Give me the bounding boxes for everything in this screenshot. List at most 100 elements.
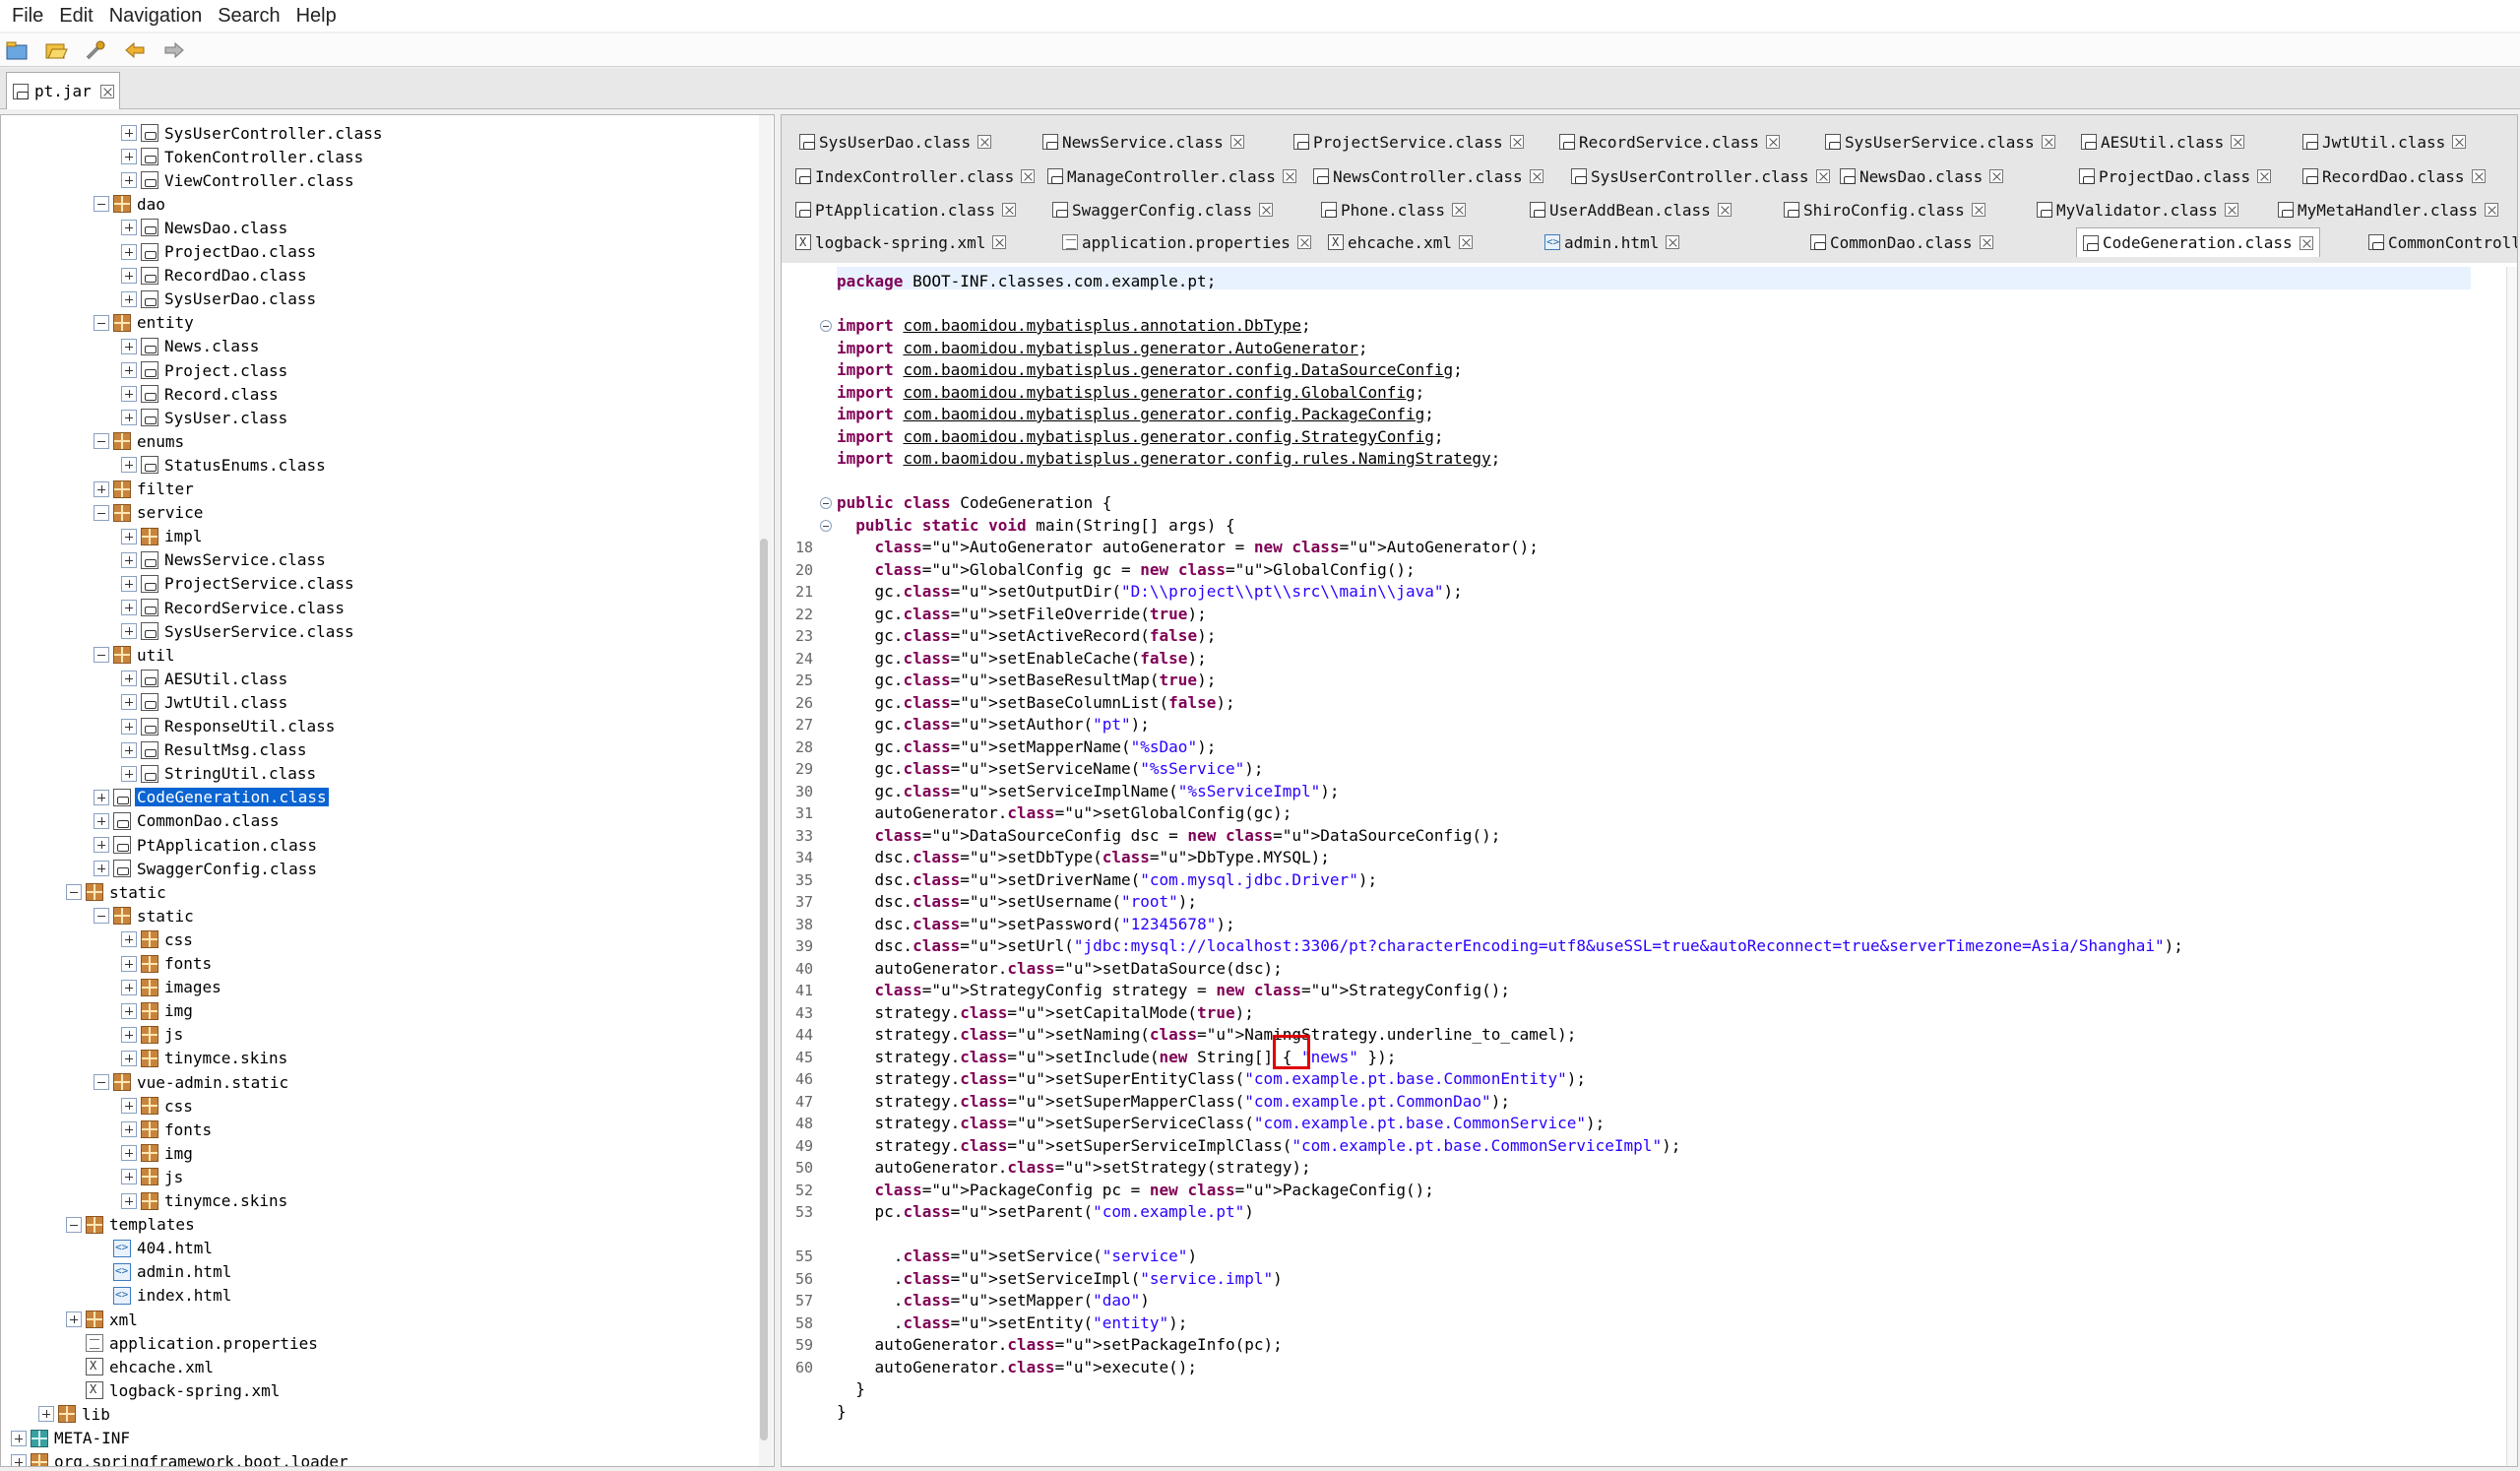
wrench-icon[interactable] (83, 38, 108, 62)
tree-item[interactable]: CodeGeneration.class (94, 786, 329, 809)
expand-icon[interactable] (121, 600, 137, 615)
tree-item[interactable]: TokenController.class (121, 145, 365, 168)
expand-icon[interactable] (94, 837, 109, 853)
tree-item[interactable]: SysUserService.class (121, 619, 356, 643)
close-icon[interactable] (2452, 135, 2467, 149)
collapse-icon[interactable] (66, 1216, 82, 1233)
close-icon[interactable] (992, 235, 1007, 249)
expand-icon[interactable] (121, 955, 137, 972)
back-arrow-icon[interactable] (122, 38, 148, 62)
editor-tab[interactable]: MyMetaHandler.class (2278, 195, 2499, 224)
editor-tab[interactable]: ehcache.xml (1328, 227, 1473, 257)
tree-item[interactable]: fonts (121, 1118, 214, 1141)
close-icon[interactable] (2257, 169, 2272, 183)
tree-item[interactable]: SysUserDao.class (121, 288, 318, 311)
menu-edit[interactable]: Edit (51, 5, 100, 28)
editor-tab[interactable]: admin.html (1544, 227, 1680, 257)
expand-icon[interactable] (121, 220, 137, 236)
open-icon[interactable] (4, 38, 30, 62)
code-area[interactable]: 18 20 21 22 23 24 25 26 27 28 29 30 31 33 34 35 37 38 39 40… (788, 267, 2505, 1466)
expand-icon[interactable] (121, 575, 137, 592)
close-icon[interactable] (1229, 135, 1244, 149)
tree-scrollbar-thumb[interactable] (760, 539, 768, 1440)
tree-item[interactable]: RecordDao.class (121, 264, 309, 288)
tree-item[interactable]: NewsDao.class (121, 216, 289, 239)
expand-icon[interactable] (121, 1098, 137, 1115)
close-icon[interactable] (2471, 169, 2486, 183)
editor-tab[interactable]: NewsDao.class (1840, 161, 2004, 191)
tree-item[interactable]: img (121, 999, 195, 1023)
close-icon[interactable] (2041, 135, 2055, 149)
expand-icon[interactable] (121, 528, 137, 544)
tree-item[interactable]: dao (94, 192, 167, 216)
expand-icon[interactable] (121, 172, 137, 189)
tree-item[interactable]: ResponseUtil.class (121, 715, 337, 738)
editor-tab[interactable]: Phone.class (1321, 195, 1466, 224)
editor-tab[interactable]: MyValidator.class (2037, 195, 2238, 224)
forward-arrow-icon[interactable] (161, 38, 187, 62)
fold-toggle-icon[interactable] (820, 497, 832, 509)
editor-tab[interactable]: IndexController.class (795, 161, 1036, 191)
menu-search[interactable]: Search (210, 5, 287, 28)
tree-item[interactable]: RecordService.class (121, 596, 346, 619)
expand-icon[interactable] (121, 386, 137, 403)
close-icon[interactable] (1458, 235, 1473, 249)
editor-tab[interactable]: ShiroConfig.class (1784, 195, 1985, 224)
tree-item[interactable]: admin.html (94, 1260, 233, 1284)
expand-icon[interactable] (121, 410, 137, 426)
expand-icon[interactable] (121, 1145, 137, 1162)
expand-icon[interactable] (94, 812, 109, 829)
tree-item[interactable]: filter (94, 478, 196, 501)
close-icon[interactable] (1717, 203, 1732, 217)
expand-icon[interactable] (66, 1311, 82, 1327)
collapse-icon[interactable] (94, 196, 109, 213)
tree-item[interactable]: templates (66, 1213, 197, 1237)
close-icon[interactable] (1002, 203, 1017, 217)
editor-tab[interactable]: AESUtil.class (2081, 127, 2245, 157)
code-scrollbar[interactable] (2506, 267, 2517, 1466)
tree-item[interactable]: StringUtil.class (121, 762, 318, 786)
tree-item[interactable]: impl (121, 525, 205, 548)
collapse-icon[interactable] (94, 314, 109, 331)
expand-icon[interactable] (121, 1026, 137, 1043)
tab-pt-jar[interactable]: pt.jar (6, 72, 120, 109)
tree-item[interactable]: logback-spring.xml (66, 1378, 282, 1402)
collapse-icon[interactable] (66, 884, 82, 901)
tree-item[interactable]: News.class (121, 335, 261, 358)
tree-item[interactable]: index.html (94, 1284, 233, 1308)
editor-tab[interactable]: JwtUtil.class (2302, 127, 2467, 157)
expand-icon[interactable] (121, 267, 137, 284)
tree-item[interactable]: AESUtil.class (121, 667, 289, 690)
tree-item[interactable]: Record.class (121, 382, 281, 406)
close-icon[interactable] (1451, 203, 1466, 217)
close-icon[interactable] (99, 84, 114, 98)
tree-item[interactable]: CommonDao.class (94, 809, 282, 833)
editor-tab[interactable]: CommonDao.class (1810, 227, 1993, 257)
tree-item[interactable]: vue-admin.static (94, 1070, 290, 1094)
open-folder-icon[interactable] (43, 38, 69, 62)
editor-tab[interactable]: RecordService.class (1559, 127, 1781, 157)
editor-tab[interactable]: ProjectService.class (1293, 127, 1524, 157)
close-icon[interactable] (2231, 135, 2245, 149)
close-icon[interactable] (2299, 235, 2313, 250)
tree-item[interactable]: css (121, 1094, 195, 1118)
tree-item[interactable]: application.properties (66, 1331, 320, 1355)
expand-icon[interactable] (121, 243, 137, 260)
tree-item[interactable]: ResultMsg.class (121, 738, 309, 762)
tree-item[interactable]: org.springframework.boot.loader (11, 1450, 350, 1466)
fold-toggle-icon[interactable] (820, 320, 832, 332)
menu-navigation[interactable]: Navigation (101, 5, 211, 28)
close-icon[interactable] (1971, 203, 1985, 217)
tree-item[interactable]: tinymce.skins (121, 1189, 289, 1213)
tree-item[interactable]: fonts (121, 952, 214, 976)
menu-help[interactable]: Help (288, 5, 345, 28)
expand-icon[interactable] (121, 362, 137, 378)
editor-tab[interactable]: UserAddBean.class (1530, 195, 1732, 224)
close-icon[interactable] (1815, 169, 1830, 183)
editor-tab[interactable]: NewsController.class (1313, 161, 1544, 191)
close-icon[interactable] (2224, 203, 2238, 217)
expand-icon[interactable] (121, 1192, 137, 1209)
expand-icon[interactable] (121, 694, 137, 711)
tree-item[interactable]: js (121, 1023, 185, 1047)
expand-icon[interactable] (121, 931, 137, 948)
